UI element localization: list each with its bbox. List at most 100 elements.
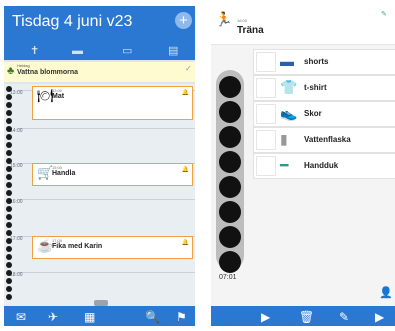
time-dot — [6, 190, 12, 196]
time-dot — [6, 166, 12, 172]
towel-icon: ━ — [280, 157, 289, 173]
checkbox[interactable] — [256, 156, 276, 176]
time-dot — [6, 206, 12, 212]
checklist-header: 🏃 16:00 Träna ✎ — [211, 6, 395, 45]
bottom-toolbar — [4, 306, 195, 326]
reminder-icon: 🔔 — [181, 90, 189, 96]
edit-icon[interactable]: ✎ — [339, 311, 349, 323]
checkbox[interactable] — [256, 52, 276, 72]
time-dot — [219, 251, 241, 273]
time-dot — [219, 76, 241, 98]
time-dot — [6, 118, 12, 124]
time-dot — [6, 102, 12, 108]
item-label: t-shirt — [304, 83, 327, 92]
time-dot — [6, 286, 12, 292]
time-dot — [6, 254, 12, 260]
item-label: Vattenflaska — [304, 135, 351, 144]
checklist-screen: 🏃 16:00 Träna ✎ 07:01 ▬ shorts 👕 t-shirt… — [211, 6, 395, 326]
checklist-item[interactable]: ━ Handduk — [253, 153, 395, 179]
time-dot — [6, 270, 12, 276]
reminder-icon: 🔔 — [181, 240, 189, 246]
time-dot — [219, 101, 241, 123]
time-dot — [6, 142, 12, 148]
list-icon[interactable]: ▬ — [72, 46, 83, 57]
time-dot — [6, 86, 12, 92]
item-label: shorts — [304, 57, 329, 66]
event-label: Handla — [52, 170, 76, 177]
time-dot — [6, 94, 12, 100]
time-dot — [6, 238, 12, 244]
user-icon[interactable]: 👤 — [379, 286, 393, 299]
time-dot — [219, 201, 241, 223]
checkbox[interactable] — [256, 78, 276, 98]
edit-pencil-icon[interactable]: ✎ — [381, 10, 387, 18]
time-dot — [6, 134, 12, 140]
tshirt-icon: 👕 — [280, 79, 298, 95]
checklist-item[interactable]: 👟 Skor — [253, 101, 395, 127]
add-button[interactable]: + — [175, 12, 192, 29]
event-label: Fika med Karin — [52, 243, 103, 250]
time-dot — [6, 278, 12, 284]
time-dot — [6, 246, 12, 252]
calculator-icon[interactable]: ▦ — [84, 311, 95, 323]
running-person-icon: 🏃 — [215, 11, 233, 27]
time-dot — [219, 151, 241, 173]
all-day-small-label: Heldag — [17, 63, 30, 68]
time-dot — [6, 222, 12, 228]
time-dot — [6, 262, 12, 268]
checklist-item[interactable]: 👕 t-shirt — [253, 75, 395, 101]
forward-icon[interactable]: ▶ — [375, 311, 384, 323]
checklist-item[interactable]: ▬ shorts — [253, 49, 395, 75]
play-icon[interactable]: ▶ — [261, 311, 270, 323]
time-dot — [6, 182, 12, 188]
delete-icon[interactable]: 🗑 — [299, 311, 314, 323]
event-label: Mat — [52, 93, 65, 100]
watering-can-icon: ♣ — [7, 65, 15, 77]
time-dot — [219, 226, 241, 248]
calendar-day-icon[interactable]: ▭ — [122, 46, 132, 57]
add-activity-icon[interactable]: ✝ — [30, 46, 39, 57]
water-bottle-icon: ▮ — [280, 131, 288, 147]
hour-line — [18, 128, 195, 129]
time-dot — [219, 126, 241, 148]
all-day-event[interactable]: ♣ Heldag Vattna blommorna ✓ — [4, 62, 195, 82]
shorts-icon: ▬ — [280, 53, 294, 69]
hour-line — [18, 199, 195, 200]
time-dot — [6, 158, 12, 164]
flag-icon[interactable]: ⚑ — [176, 311, 187, 323]
calendar-screen: Tisdag 4 juni v23 + ✝ ▬ ▭ ▤ ♣ Heldag Vat… — [4, 6, 195, 326]
shopping-icon: 🛒 — [37, 165, 54, 180]
event-fika[interactable]: ☕ 17:00 Fika med Karin 🔔 — [32, 236, 193, 259]
hour-line — [18, 272, 195, 273]
calendar-week-icon[interactable]: ▤ — [168, 46, 178, 57]
checklist-title: Träna — [237, 25, 264, 36]
check-icon: ✓ — [185, 64, 192, 73]
time-dot — [6, 126, 12, 132]
chat-icon[interactable]: ✉ — [16, 311, 26, 323]
item-label: Handduk — [304, 161, 339, 170]
time-dot — [6, 198, 12, 204]
all-day-label: Vattna blommorna — [17, 69, 79, 76]
time-dot — [6, 110, 12, 116]
time-dot — [6, 150, 12, 156]
checklist-item[interactable]: ▮ Vattenflaska — [253, 127, 395, 153]
time-dot — [6, 214, 12, 220]
time-dot — [6, 174, 12, 180]
item-label: Skor — [304, 109, 322, 118]
calendar-title: Tisdag 4 juni v23 — [12, 13, 133, 30]
time-dot — [219, 176, 241, 198]
checklist-time: 16:00 — [237, 18, 248, 23]
shoe-icon: 👟 — [280, 105, 298, 121]
coffee-icon: ☕ — [37, 238, 54, 253]
photo-icon[interactable]: ✈ — [48, 311, 58, 323]
event-handla[interactable]: 🛒 15:00 Handla 🔔 — [32, 163, 193, 186]
checkbox[interactable] — [256, 130, 276, 150]
event-mat[interactable]: 🍽 13:00 Mat 🔔 — [32, 86, 193, 120]
hour-label: 13:00 — [10, 90, 23, 96]
time-remaining-label: 07:01 — [219, 274, 237, 281]
time-dot — [6, 230, 12, 236]
reminder-icon: 🔔 — [181, 167, 189, 173]
checkbox[interactable] — [256, 104, 276, 124]
time-dot — [6, 294, 12, 300]
zoom-icon[interactable]: 🔍 — [145, 311, 160, 323]
